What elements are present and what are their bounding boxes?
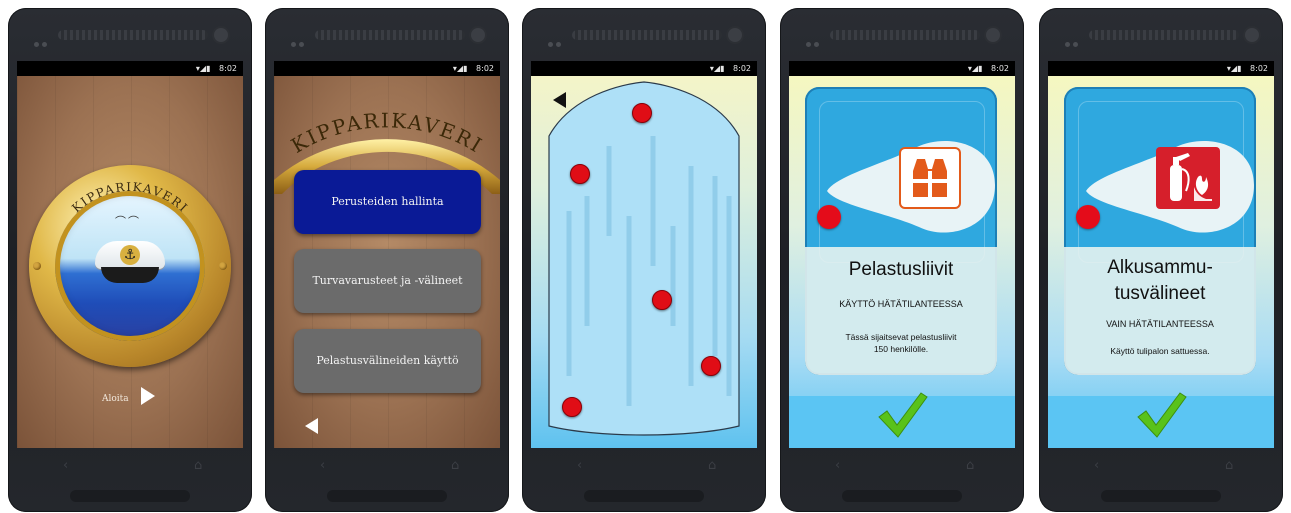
phone-bottom-speaker	[70, 490, 190, 502]
nav-back-icon[interactable]: ‹	[577, 458, 582, 473]
status-bar: ▾◢▮ 8:02	[1048, 61, 1274, 76]
menu-button-basics[interactable]: Perusteiden hallinta	[294, 170, 481, 234]
start-label[interactable]: Aloita	[102, 394, 129, 404]
equipment-title-line2: tusvälineet	[1114, 283, 1206, 304]
equipment-info-card: Alkusammu- tusvälineet VAIN HÄTÄTILANTEE…	[1064, 87, 1256, 375]
phone-speaker-dots	[548, 32, 564, 47]
phone-bottom-speaker	[584, 490, 704, 502]
equipment-marker[interactable]	[562, 397, 582, 417]
description-line: Tässä sijaitsevat pelastusliivit	[845, 332, 957, 342]
phone-earpiece	[1089, 30, 1239, 40]
start-view: KIPPARIKAVERI ⌒⌒ ⚓ Aloita	[17, 76, 243, 448]
checkmark-icon[interactable]	[877, 391, 929, 439]
equipment-title: Pelastusliivit	[848, 259, 954, 280]
phone-camera	[986, 28, 1000, 42]
phone-speaker-dots	[34, 32, 50, 47]
phone-frame-extinguishers: ▾◢▮ 8:02 Alkusammu- tusvälineet VAIN HÄT…	[1039, 8, 1283, 512]
status-time: 8:02	[991, 64, 1009, 73]
checkmark-icon[interactable]	[1136, 391, 1188, 439]
nav-back-icon[interactable]: ‹	[1094, 458, 1099, 473]
equipment-title-line1: Alkusammu-	[1107, 257, 1213, 278]
equipment-info-card: Pelastusliivit KÄYTTÖ HÄTÄTILANTEESSA Tä…	[805, 87, 997, 375]
status-bar: ▾◢▮ 8:02	[531, 61, 757, 76]
nav-back-icon[interactable]: ‹	[63, 458, 68, 473]
location-marker	[817, 205, 841, 229]
captain-cap-icon: ⚓	[95, 241, 165, 285]
phone-camera	[471, 28, 485, 42]
phone-bottom-speaker	[842, 490, 962, 502]
nav-bar: ‹ ⌂	[274, 448, 500, 488]
menu-view: KIPPARIKAVERI Perusteiden hallinta Turva…	[274, 76, 500, 448]
status-bar: ▾◢▮ 8:02	[274, 61, 500, 76]
status-time: 8:02	[476, 64, 494, 73]
nav-home-icon[interactable]: ⌂	[966, 458, 974, 473]
nav-bar: ‹ ⌂	[789, 448, 1015, 488]
equipment-marker[interactable]	[570, 164, 590, 184]
phone-earpiece	[315, 30, 465, 40]
nav-bar: ‹ ⌂	[17, 448, 243, 488]
equipment-marker[interactable]	[701, 356, 721, 376]
phone-bottom-speaker	[327, 490, 447, 502]
nav-bar: ‹ ⌂	[531, 448, 757, 488]
back-icon[interactable]	[553, 92, 566, 108]
phone-speaker-dots	[291, 32, 307, 47]
status-bar: ▾◢▮ 8:02	[789, 61, 1015, 76]
phone-speaker-dots	[806, 32, 822, 47]
deck-map-view	[531, 76, 757, 448]
status-time: 8:02	[1250, 64, 1268, 73]
phone-frame-menu: ▾◢▮ 8:02 KIPPARIKAVERI Perusteiden halli…	[265, 8, 509, 512]
phone-earpiece	[830, 30, 980, 40]
nav-home-icon[interactable]: ⌂	[1225, 458, 1233, 473]
equipment-marker[interactable]	[652, 290, 672, 310]
usage-note: KÄYTTÖ HÄTÄTILANTEESSA	[839, 299, 963, 309]
wifi-signal-battery-icons: ▾◢▮	[709, 64, 728, 73]
life-vests-view: Pelastusliivit KÄYTTÖ HÄTÄTILANTEESSA Tä…	[789, 76, 1015, 448]
extinguishers-view: Alkusammu- tusvälineet VAIN HÄTÄTILANTEE…	[1048, 76, 1274, 448]
porthole-window: ⌒⌒ ⚓	[55, 191, 205, 341]
status-bar: ▾◢▮ 8:02	[17, 61, 243, 76]
play-icon[interactable]	[141, 387, 155, 405]
menu-button-rescue-equipment[interactable]: Pelastusvälineiden käyttö	[294, 329, 481, 393]
nav-bar: ‹ ⌂	[1048, 448, 1274, 488]
phone-camera	[214, 28, 228, 42]
description-line: 150 henkilölle.	[873, 344, 929, 354]
phone-earpiece	[58, 30, 208, 40]
wifi-signal-battery-icons: ▾◢▮	[195, 64, 214, 73]
porthole-logo: KIPPARIKAVERI ⌒⌒ ⚓	[29, 165, 231, 367]
screen-extinguishers: ▾◢▮ 8:02 Alkusammu- tusvälineet VAIN HÄT…	[1048, 61, 1274, 448]
phone-speaker-dots	[1065, 32, 1081, 47]
screen-deck-map: ▾◢▮ 8:02	[531, 61, 757, 448]
phone-frame-map: ▾◢▮ 8:02 ‹ ⌂	[522, 8, 766, 512]
phone-frame-start: ▾◢▮ 8:02 KIPPARIKAVERI ⌒⌒ ⚓ Aloita ‹ ⌂	[8, 8, 252, 512]
phone-earpiece	[572, 30, 722, 40]
wifi-signal-battery-icons: ▾◢▮	[967, 64, 986, 73]
ship-deck-plan	[548, 81, 740, 436]
description-line: Käyttö tulipalon sattuessa.	[1110, 346, 1210, 356]
back-icon[interactable]	[305, 418, 318, 434]
screen-start: ▾◢▮ 8:02 KIPPARIKAVERI ⌒⌒ ⚓ Aloita	[17, 61, 243, 448]
nav-back-icon[interactable]: ‹	[835, 458, 840, 473]
status-time: 8:02	[219, 64, 237, 73]
wifi-signal-battery-icons: ▾◢▮	[452, 64, 471, 73]
equipment-marker[interactable]	[632, 103, 652, 123]
location-marker	[1076, 205, 1100, 229]
usage-note: VAIN HÄTÄTILANTEESSA	[1106, 319, 1214, 329]
status-time: 8:02	[733, 64, 751, 73]
screen-life-vests: ▾◢▮ 8:02 Pelastusliivit KÄYTTÖ HÄTÄTILAN…	[789, 61, 1015, 448]
nav-back-icon[interactable]: ‹	[320, 458, 325, 473]
nav-home-icon[interactable]: ⌂	[708, 458, 716, 473]
phone-bottom-speaker	[1101, 490, 1221, 502]
screen-menu: ▾◢▮ 8:02 KIPPARIKAVERI Perusteiden halli…	[274, 61, 500, 448]
phone-frame-life-vests: ▾◢▮ 8:02 Pelastusliivit KÄYTTÖ HÄTÄTILAN…	[780, 8, 1024, 512]
wifi-signal-battery-icons: ▾◢▮	[1226, 64, 1245, 73]
menu-button-safety-equipment[interactable]: Turvavarusteet ja -välineet	[294, 249, 481, 313]
anchor-icon: ⚓	[120, 245, 140, 265]
phone-camera	[728, 28, 742, 42]
nav-home-icon[interactable]: ⌂	[194, 458, 202, 473]
fire-extinguisher-icon	[1156, 147, 1220, 209]
nav-home-icon[interactable]: ⌂	[451, 458, 459, 473]
phone-camera	[1245, 28, 1259, 42]
life-vest-icon	[901, 149, 959, 207]
birds-icon: ⌒⌒	[115, 215, 141, 228]
